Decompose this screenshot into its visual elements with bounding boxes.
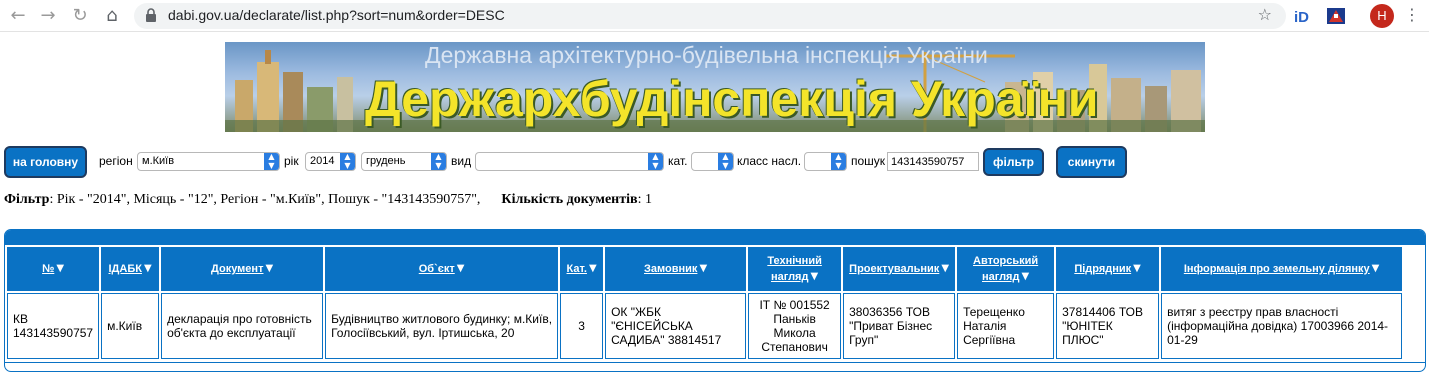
filter-button[interactable]: фільтр — [983, 148, 1044, 176]
column-header-object[interactable]: Об`єкт ▼ — [325, 247, 559, 291]
site-banner: Державна архітектурно-будівельна інспекц… — [225, 42, 1205, 132]
month-select[interactable]: грудень ▲ ▼ — [361, 152, 447, 171]
select-arrows-icon: ▲ ▼ — [340, 153, 355, 170]
column-header-document[interactable]: Документ ▼ — [161, 247, 324, 291]
class-label: класс насл. — [737, 154, 802, 168]
sort-arrow-icon: ▼ — [456, 263, 465, 274]
select-arrows-icon: ▲ ▼ — [718, 153, 733, 170]
cell-land-info: витяг з реєстру прав власності (інформац… — [1161, 293, 1403, 359]
back-icon[interactable]: ← — [6, 4, 30, 28]
select-arrows-icon: ▲ ▼ — [648, 153, 663, 170]
home-button[interactable]: на головну — [4, 146, 87, 178]
table-bottom-bar — [5, 362, 1425, 371]
type-label: вид — [451, 154, 472, 168]
sort-arrow-icon: ▼ — [1371, 263, 1380, 274]
cell-author-supervision: Терещенко Наталія Сергіївна — [957, 293, 1055, 359]
cell-tech-supervision: ІТ № 001552 Паньків Микола Степанович — [748, 293, 842, 359]
filter-summary: Фільтр: Рік - "2014", Місяць - "12", Рег… — [4, 192, 652, 208]
svg-text:iD: iD — [1294, 9, 1309, 26]
reload-icon[interactable]: ↻ — [68, 4, 92, 28]
home-icon[interactable]: ⌂ — [100, 4, 124, 28]
declarations-table: № ▼ ІДАБК ▼ Документ ▼ Об`єкт ▼ Кат. ▼ Замовн… — [5, 245, 1404, 361]
sort-arrow-icon: ▼ — [1133, 263, 1141, 274]
column-header-designer[interactable]: Проектувальник ▼ — [843, 247, 956, 291]
sort-arrow-icon: ▼ — [588, 263, 597, 274]
type-select[interactable]: ▲ ▼ — [475, 152, 664, 171]
document-count-value: : 1 — [637, 192, 652, 207]
table-top-bar — [5, 230, 1425, 245]
class-select[interactable]: ▲ ▼ — [804, 152, 847, 171]
region-label: регіон — [99, 154, 133, 168]
sort-arrow-icon: ▼ — [143, 263, 152, 274]
document-count-label: Кількість документів — [501, 192, 638, 207]
column-header-customer[interactable]: Замовник ▼ — [605, 247, 747, 291]
reset-button[interactable]: скинути — [1056, 146, 1127, 178]
sort-arrow-icon: ▼ — [941, 263, 950, 274]
region-select-value: м.Київ — [142, 155, 175, 167]
filter-summary-label: Фільтр — [4, 192, 50, 207]
sort-arrow-icon: ▼ — [56, 263, 65, 274]
cell-customer: ОК "ЖБК "ЄНІСЕЙСЬКА САДИБА" 38814517 — [605, 293, 747, 359]
column-header-num[interactable]: № ▼ — [7, 247, 100, 291]
profile-avatar[interactable]: Н — [1370, 4, 1394, 28]
column-header-contractor[interactable]: Підрядник ▼ — [1056, 247, 1160, 291]
cell-designer: 38036356 ТОВ "Приват Бізнес Груп" — [843, 293, 956, 359]
cell-document: декларація про готовність об'єкта до екс… — [161, 293, 324, 359]
cell-idabk: м.Київ — [101, 293, 160, 359]
month-select-value: грудень — [366, 155, 406, 167]
cell-num: КВ 143143590757 — [7, 293, 100, 359]
column-header-tech-supervision[interactable]: Технічний нагляд ▼ — [748, 247, 842, 291]
search-label: пошук — [851, 154, 886, 168]
extension-flag-icon[interactable] — [1326, 6, 1346, 26]
browser-menu-icon[interactable]: ⋮ — [1404, 5, 1420, 24]
select-arrows-icon: ▲ ▼ — [264, 153, 279, 170]
column-header-cat[interactable]: Кат. ▼ — [560, 247, 604, 291]
banner-subtitle: Державна архітектурно-будівельна інспекц… — [425, 42, 988, 68]
column-header-idabk[interactable]: ІДАБК ▼ — [101, 247, 160, 291]
region-select[interactable]: м.Київ ▲ ▼ — [137, 152, 280, 171]
year-select-value: 2014 — [310, 155, 335, 167]
table-header-row: № ▼ ІДАБК ▼ Документ ▼ Об`єкт ▼ Кат. ▼ Замовн… — [7, 247, 1403, 291]
year-label: рік — [284, 154, 299, 168]
year-select[interactable]: 2014 ▲ ▼ — [305, 152, 356, 171]
table-row: КВ 143143590757 м.Київ декларація про го… — [7, 293, 1403, 359]
url-text: dabi.gov.ua/declarate/list.php?sort=num&… — [168, 7, 505, 23]
browser-toolbar: ← → ↻ ⌂ dabi.gov.ua/declarate/list.php?s… — [0, 0, 1429, 32]
banner-title: Держархбудінспекція України — [365, 71, 1099, 127]
category-select[interactable]: ▲ ▼ — [691, 152, 734, 171]
cell-cat: 3 — [560, 293, 604, 359]
cell-object: Будівництво житлового будинку; м.Київ, Г… — [325, 293, 559, 359]
filter-summary-text: : Рік - "2014", Місяць - "12", Регіон - … — [49, 192, 481, 207]
category-label: кат. — [668, 154, 688, 168]
cell-contractor: 37814406 ТОВ "ЮНІТЕК ПЛЮС" — [1056, 293, 1160, 359]
sort-arrow-icon: ▼ — [699, 263, 708, 274]
address-bar[interactable]: dabi.gov.ua/declarate/list.php?sort=num&… — [134, 3, 1286, 29]
forward-icon[interactable]: → — [36, 4, 60, 28]
column-header-land-info[interactable]: Інформація про земельну ділянку ▼ — [1161, 247, 1403, 291]
lock-icon — [146, 8, 156, 22]
sort-arrow-icon: ▼ — [1021, 271, 1030, 282]
select-arrows-icon: ▲ ▼ — [831, 153, 846, 170]
bookmark-star-icon[interactable]: ☆ — [1258, 5, 1272, 24]
extension-id-icon[interactable]: iD — [1294, 6, 1314, 26]
column-header-author-supervision[interactable]: Авторський нагляд ▼ — [957, 247, 1055, 291]
select-arrows-icon: ▲ ▼ — [431, 153, 446, 170]
search-input[interactable] — [887, 152, 979, 171]
declarations-table-container: № ▼ ІДАБК ▼ Документ ▼ Об`єкт ▼ Кат. ▼ Замовн… — [4, 229, 1426, 372]
sort-arrow-icon: ▼ — [810, 271, 819, 282]
sort-arrow-icon: ▼ — [265, 263, 274, 274]
